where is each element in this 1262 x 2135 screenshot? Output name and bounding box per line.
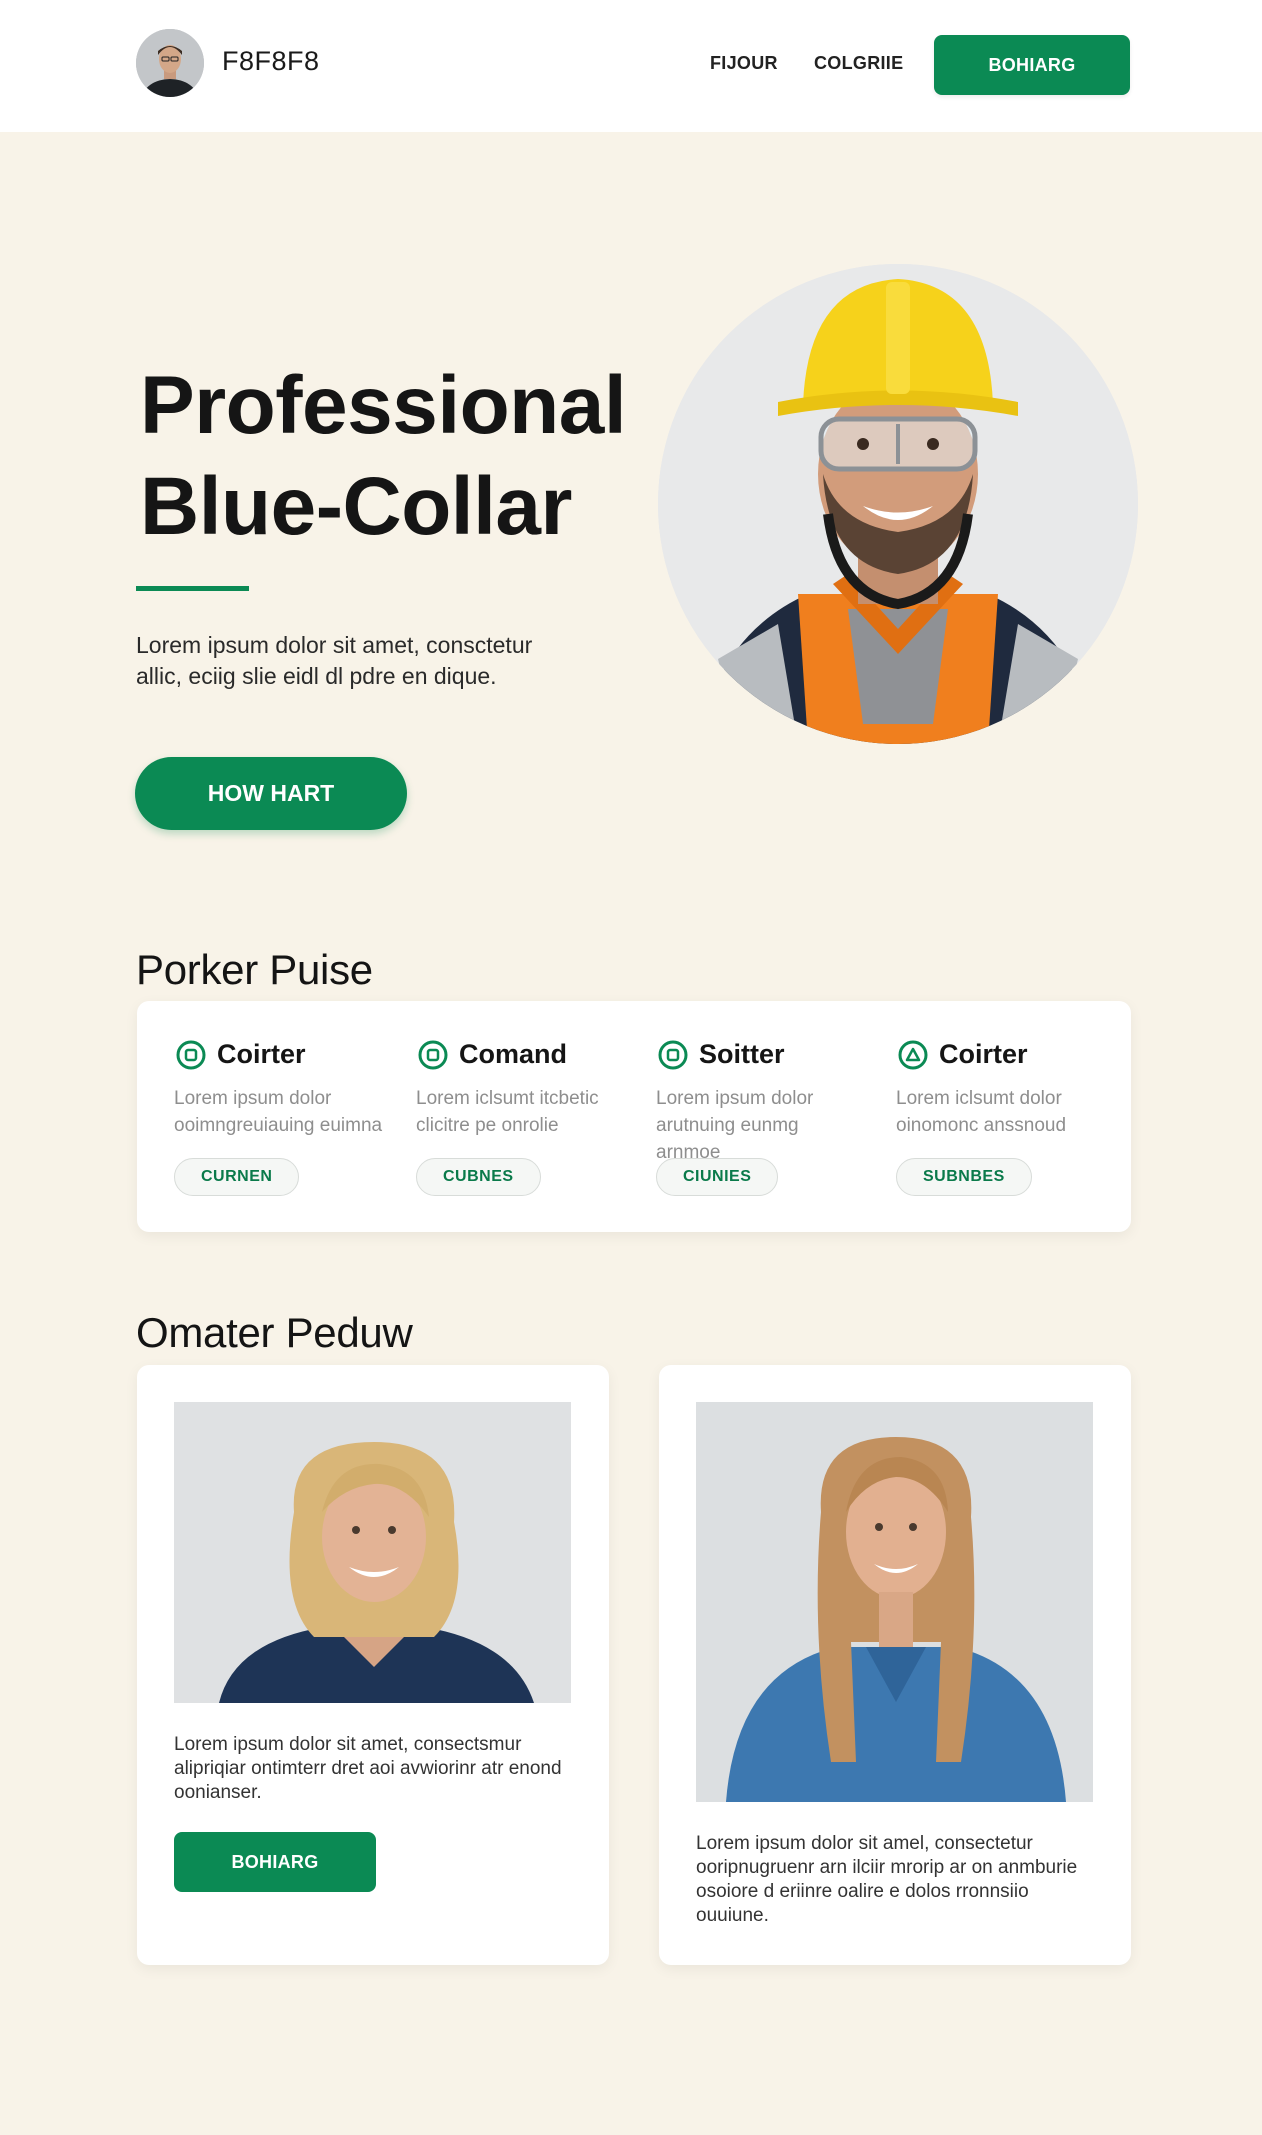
service-chip-button[interactable]: CURNEN — [174, 1158, 300, 1196]
bio-line1: Lorem ipsum dolor sit amet, consectsmur — [174, 1734, 522, 1755]
team-member-bio: Lorem ipsum dolor sit amet, consectsmur … — [174, 1733, 574, 1805]
bio-line2: alipriqiar ontimterr dret aoi avwiorinr … — [174, 1758, 562, 1779]
service-desc-line1: Lorem ipsum dolor — [174, 1088, 332, 1109]
service-description: Lorem iclsumt dolor oinomonc anssnoud — [896, 1085, 1106, 1139]
service-desc-line1: Lorem iclsumt dolor — [896, 1088, 1062, 1109]
bio-line1: Lorem ipsum dolor sit amel, consectetur — [696, 1833, 1033, 1854]
service-item: Comand Lorem iclsumt itcbetic clicitre p… — [379, 1001, 599, 1232]
service-chip-button[interactable]: CIUNIES — [656, 1158, 779, 1196]
hero-text-line2: allic, eciig slie eidl dl pdre en dique. — [136, 663, 497, 689]
service-description: Lorem iclsumt itcbetic clicitre pe onrol… — [416, 1085, 626, 1139]
team-card: Lorem ipsum dolor sit amet, consectsmur … — [137, 1365, 609, 1965]
team-cta-button[interactable]: BOHIARG — [174, 1832, 376, 1892]
brand-name[interactable]: F8F8F8 — [222, 46, 320, 77]
brand-avatar[interactable] — [136, 29, 204, 97]
service-title: Coirter — [217, 1039, 306, 1069]
hero-text-line1: Lorem ipsum dolor sit amet, consctetur — [136, 632, 533, 658]
service-title: Comand — [459, 1039, 567, 1069]
service-desc-line1: Lorem ipsum dolor — [656, 1088, 814, 1109]
services-section-title: Porker Puise — [136, 946, 373, 993]
header-cta-button[interactable]: BOHIARG — [934, 35, 1130, 95]
hero-title: Professional Blue-Collar — [140, 355, 627, 557]
team-card: Lorem ipsum dolor sit amel, consectetur … — [659, 1365, 1131, 1965]
service-title: Soitter — [699, 1039, 785, 1069]
service-item: Coirter Lorem iclsumt dolor oinomonc ans… — [859, 1001, 1079, 1232]
triangle-circle-icon — [897, 1039, 929, 1071]
hero-title-line1: Professional — [140, 360, 627, 451]
bio-line4: ouuiune. — [696, 1905, 769, 1926]
service-item: Soitter Lorem ipsum dolor arutnuing eunm… — [619, 1001, 839, 1232]
team-member-photo — [696, 1402, 1093, 1802]
services-card: Coirter Lorem ipsum dolor ooimngreuiauin… — [137, 1001, 1131, 1232]
hero-title-line2: Blue-Collar — [140, 461, 572, 552]
service-description: Lorem ipsum dolor ooimngreuiauing euimna — [174, 1085, 384, 1139]
nav-link-1[interactable]: FIJOUR — [710, 53, 778, 74]
team-section-title: Omater Peduw — [136, 1309, 413, 1356]
bio-line3: oonianser. — [174, 1782, 262, 1803]
service-item: Coirter Lorem ipsum dolor ooimngreuiauin… — [137, 1001, 382, 1232]
team-member-bio: Lorem ipsum dolor sit amel, consectetur … — [696, 1832, 1096, 1928]
service-desc-line2: clicitre pe onrolie — [416, 1115, 559, 1136]
square-circle-icon — [175, 1039, 207, 1071]
bio-line3: osoiore d eriinre oalire e dolos rronnsi… — [696, 1881, 1029, 1902]
service-chip-button[interactable]: SUBNBES — [896, 1158, 1032, 1196]
nav-link-2[interactable]: COLGRIIE — [814, 53, 903, 74]
service-desc-line2: ooimngreuiauing euimna — [174, 1115, 383, 1136]
square-circle-icon — [657, 1039, 689, 1071]
team-member-photo — [174, 1402, 571, 1703]
square-circle-icon — [417, 1039, 449, 1071]
service-desc-line2: oinomonc anssnoud — [896, 1115, 1067, 1136]
service-description: Lorem ipsum dolor arutnuing eunmg arnmoe — [656, 1085, 866, 1166]
service-desc-line1: Lorem iclsumt itcbetic — [416, 1088, 599, 1109]
site-header: F8F8F8 FIJOUR COLGRIIE BOHIARG — [0, 0, 1262, 132]
service-desc-line2: arutnuing eunmg arnmoe — [656, 1115, 799, 1163]
bio-line2: ooripnugruenr arn ilciir mrorip ar on an… — [696, 1857, 1078, 1878]
hero-cta-button[interactable]: HOW HART — [135, 757, 407, 830]
service-title: Coirter — [939, 1039, 1028, 1069]
service-chip-button[interactable]: CUBNES — [416, 1158, 541, 1196]
hero-divider — [136, 586, 249, 591]
hero-description: Lorem ipsum dolor sit amet, consctetur a… — [136, 630, 556, 692]
hero-worker-photo — [658, 264, 1138, 744]
